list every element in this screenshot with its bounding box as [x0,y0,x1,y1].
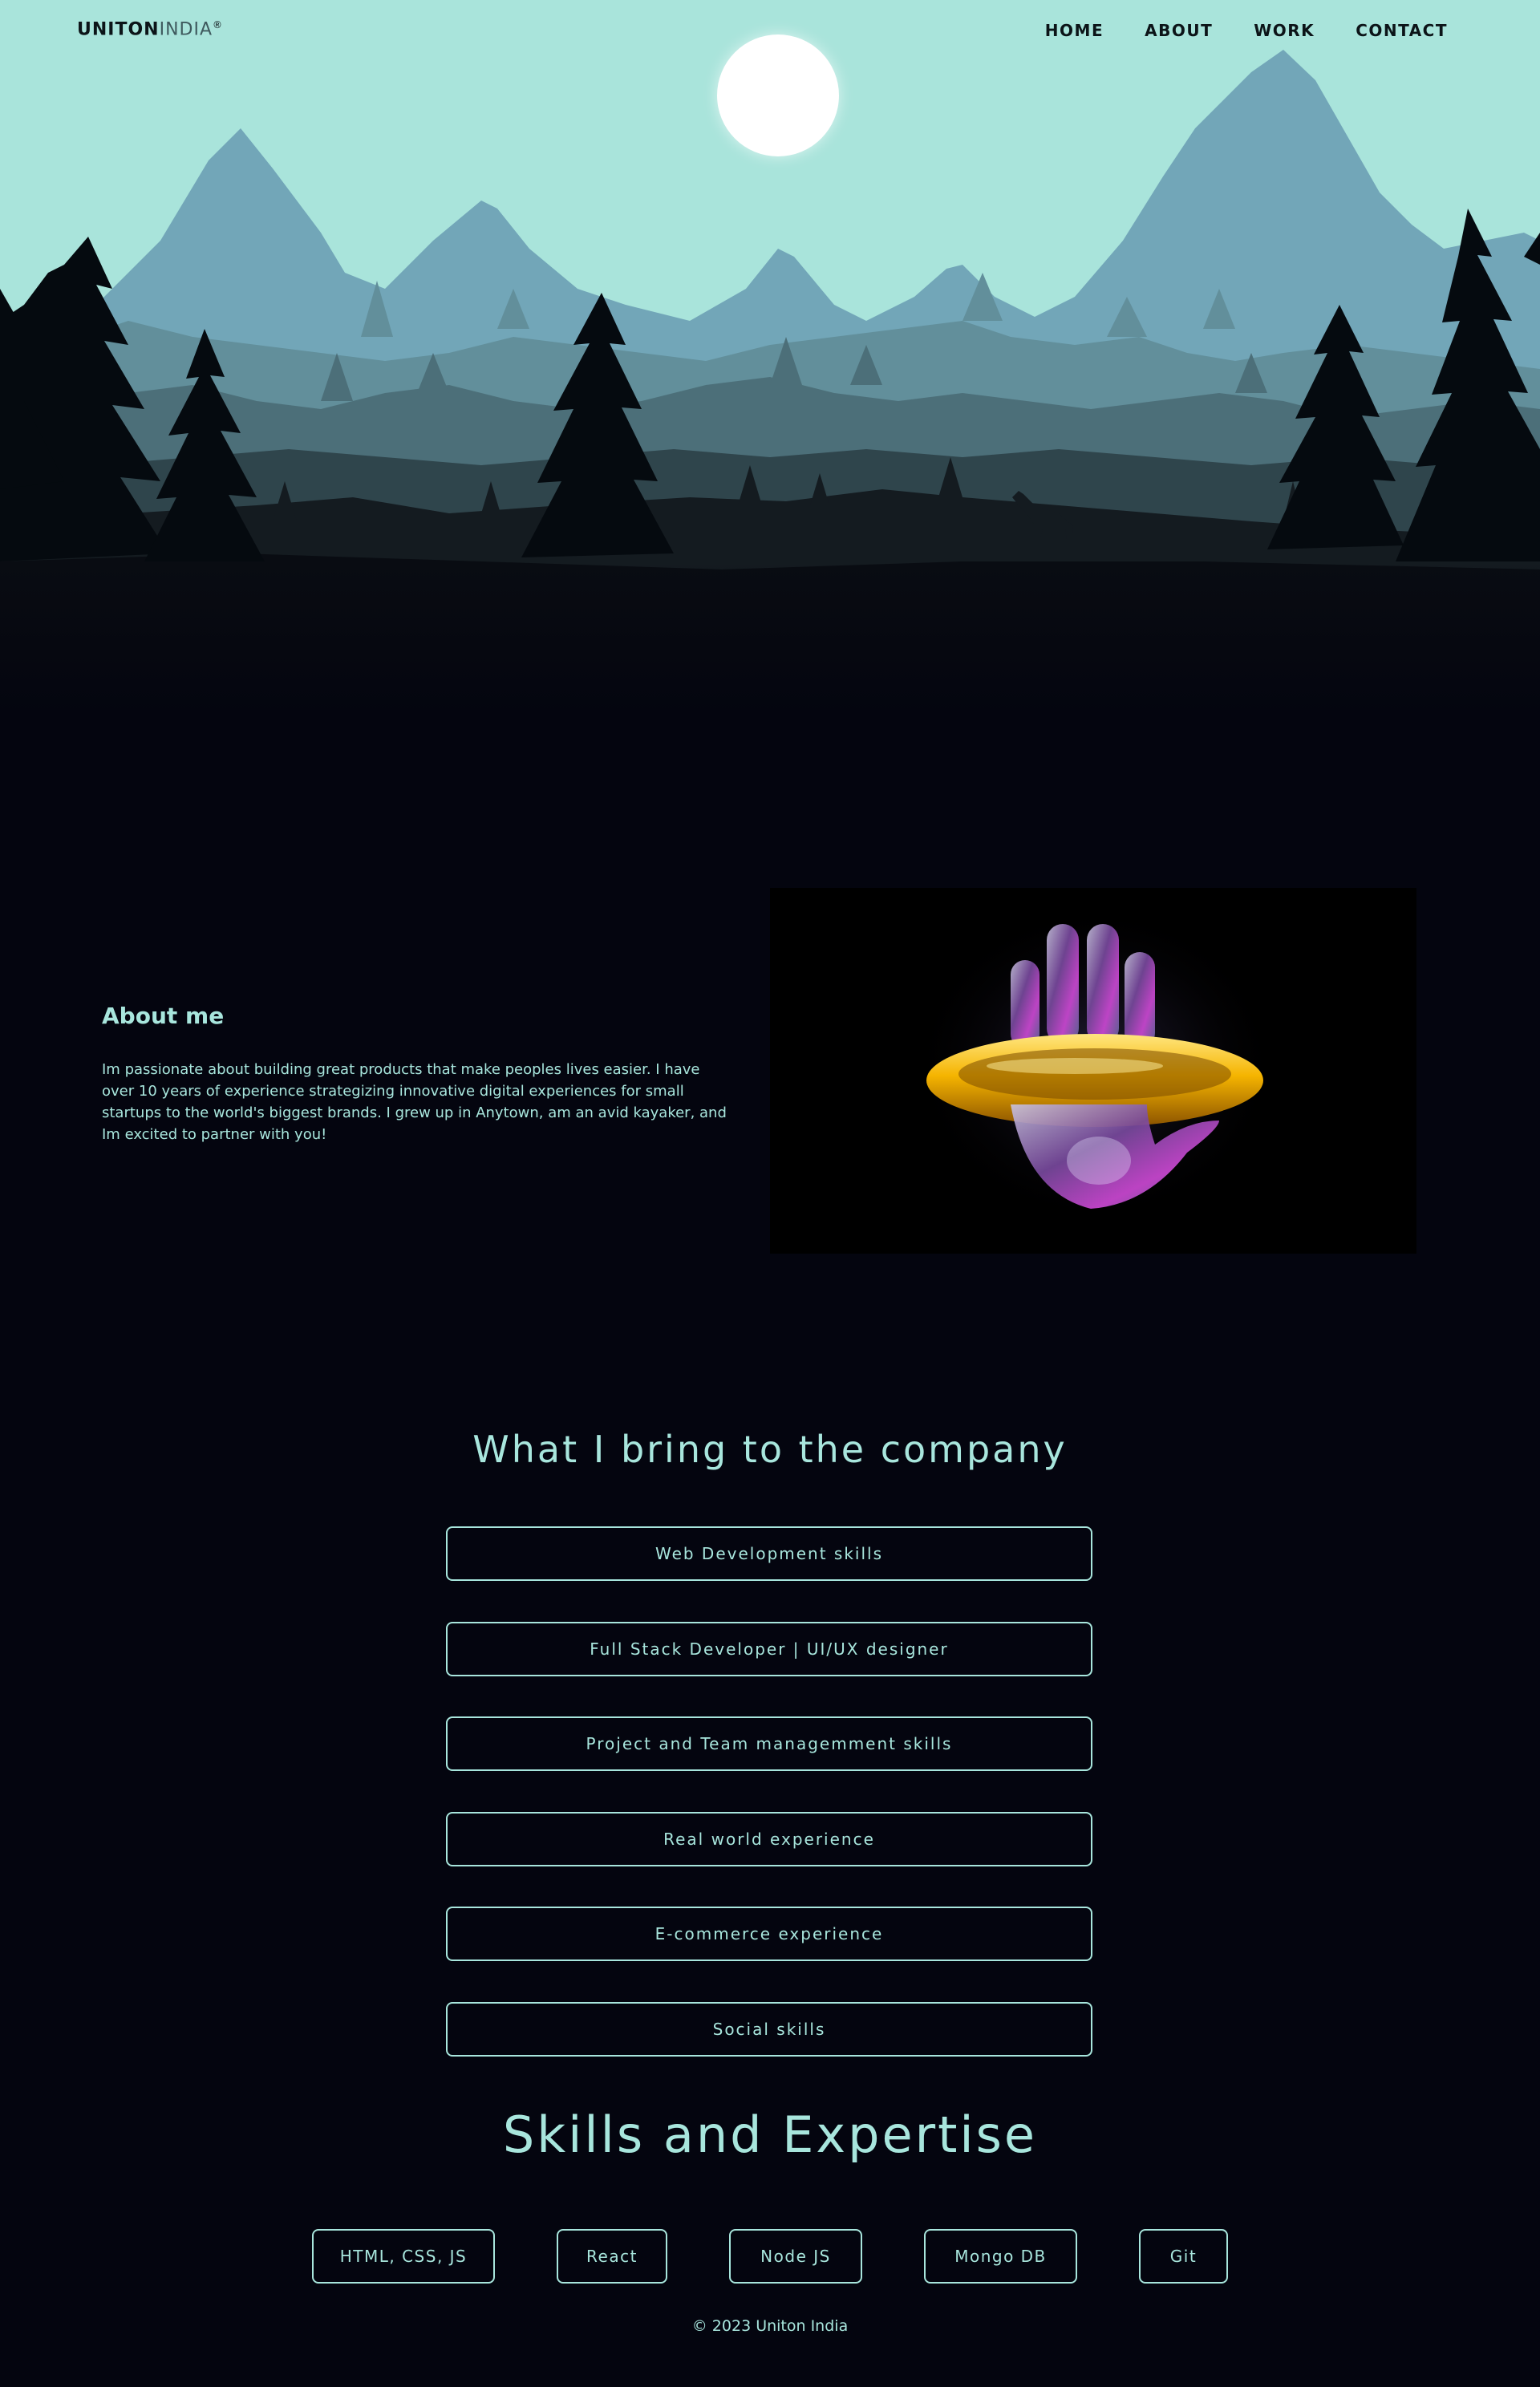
hero-landscape: UNITONINDIA® HOME ABOUT WORK CONTACT [0,0,1540,714]
bring-item[interactable]: Project and Team managemment skills [446,1716,1092,1771]
skills-title: Skills and Expertise [502,2105,1038,2164]
nav-work[interactable]: WORK [1254,21,1315,40]
site-logo[interactable]: UNITONINDIA® [77,19,223,39]
nav-home[interactable]: HOME [1045,21,1104,40]
bring-item[interactable]: Real world experience [446,1811,1092,1866]
nav-about[interactable]: ABOUT [1145,21,1213,40]
footer-copyright: © 2023 Uniton India [691,2317,849,2335]
about-title: About me [102,1003,225,1029]
nav-contact[interactable]: CONTACT [1356,21,1448,40]
skill-badge[interactable]: Git [1139,2229,1228,2284]
bring-item[interactable]: Full Stack Developer | UI/UX designer [446,1621,1092,1676]
hero-fade [0,561,1540,714]
glass-hand-image [770,888,1416,1254]
bring-list: Web Development skills Full Stack Develo… [446,1526,1092,2097]
main-nav: HOME ABOUT WORK CONTACT [1045,21,1448,40]
skill-badge[interactable]: React [557,2229,667,2284]
skill-badge[interactable]: Node JS [729,2229,862,2284]
skill-badge[interactable]: Mongo DB [924,2229,1077,2284]
skill-badge[interactable]: HTML, CSS, JS [312,2229,495,2284]
about-text: Im passionate about building great produ… [102,1061,727,1143]
bring-title: What I bring to the company [472,1428,1068,1471]
bring-item[interactable]: Web Development skills [446,1526,1092,1581]
bring-item[interactable]: E-commerce experience [446,1907,1092,1961]
bring-item[interactable]: Social skills [446,2001,1092,2057]
